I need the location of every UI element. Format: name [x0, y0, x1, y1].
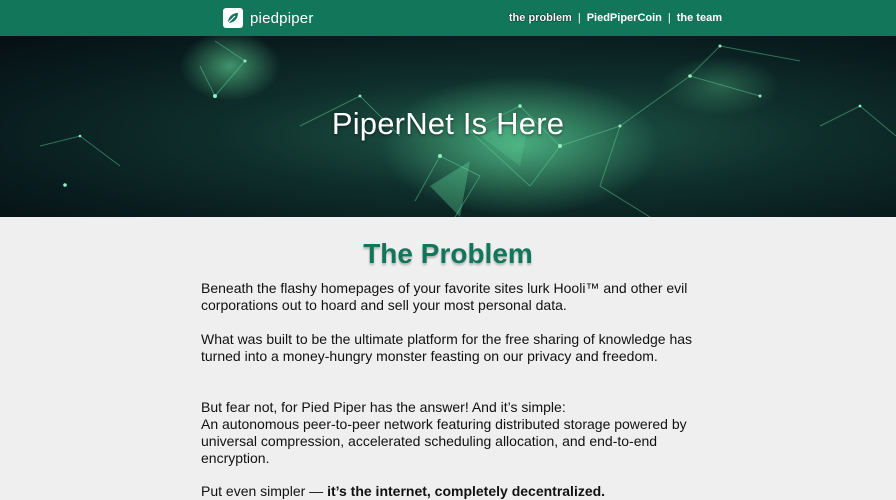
paragraph-answer: But fear not, for Pied Piper has the ans… — [201, 399, 701, 467]
brand-logo-link[interactable]: piedpiper — [223, 8, 314, 28]
hero-banner: PiperNet Is Here — [0, 36, 896, 217]
nav-link-the-problem[interactable]: the problem — [509, 12, 572, 24]
nav-separator: | — [667, 12, 671, 24]
top-navbar: piedpiper the problem | PiedPiperCoin | … — [0, 0, 896, 36]
paragraph-platform: What was built to be the ultimate platfo… — [201, 331, 693, 364]
answer-line-1: But fear not, for Pied Piper has the ans… — [201, 399, 566, 415]
summary-lead: Put even simpler — — [201, 483, 328, 499]
problem-section: The Problem Beneath the flashy homepages… — [0, 217, 896, 500]
hero-title: PiperNet Is Here — [331, 106, 565, 141]
paragraph-intro: Beneath the flashy homepages of your fav… — [201, 280, 688, 313]
nav-separator: | — [577, 12, 581, 24]
summary-bold: it’s the internet, completely decentrali… — [327, 483, 606, 499]
leaf-logo-icon — [223, 8, 243, 28]
paragraph-summary: Put even simpler — it’s the internet, co… — [201, 483, 701, 500]
nav-link-piedpipercoin[interactable]: PiedPiperCoin — [587, 12, 662, 24]
brand-name: piedpiper — [250, 9, 314, 27]
section-title: The Problem — [363, 238, 533, 269]
nav-link-the-team[interactable]: the team — [677, 12, 722, 24]
answer-line-2: An autonomous peer-to-peer network featu… — [201, 416, 687, 466]
nav-links: the problem | PiedPiperCoin | the team — [509, 12, 722, 24]
